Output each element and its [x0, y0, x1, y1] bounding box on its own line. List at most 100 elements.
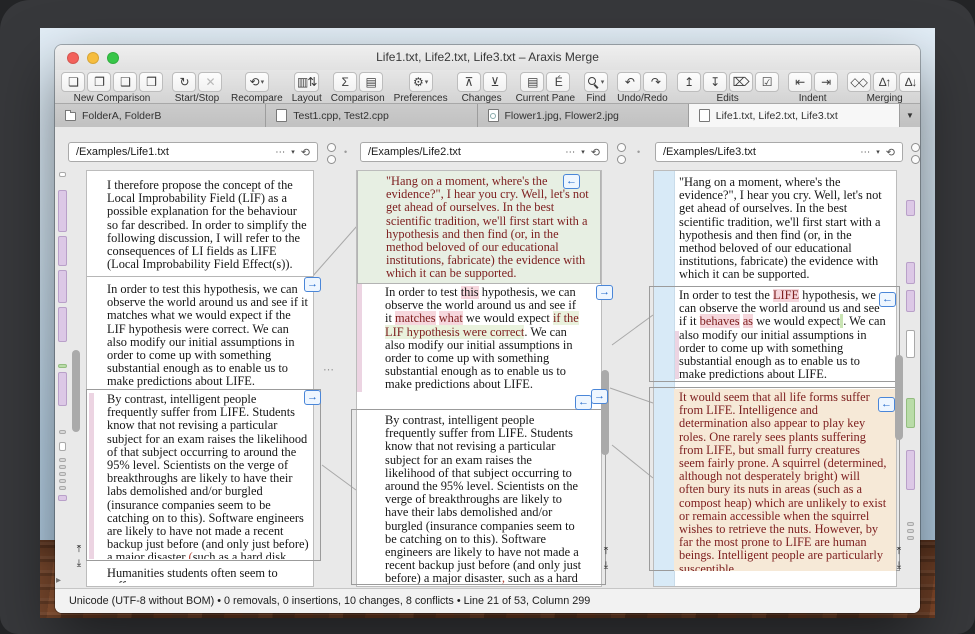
tab-life1-life2-life3[interactable]: Life1.txt, Life2.txt, Life3.txt: [689, 104, 900, 127]
comparison-report-button[interactable]: ▤: [359, 72, 383, 92]
preferences-button[interactable]: ⚙▾: [409, 72, 433, 92]
paragraph[interactable]: By contrast, intelligent people frequent…: [385, 414, 583, 584]
goto-last-change-button[interactable]: ⤓: [893, 560, 905, 572]
merge-right-button[interactable]: →: [304, 390, 321, 405]
new-binary-comparison-button[interactable]: ❐: [87, 72, 111, 92]
pane2-link-radio-top[interactable]: [617, 143, 626, 152]
merge-down-button[interactable]: ∆↓: [899, 72, 920, 92]
new-file-comparison-icon: ❏: [68, 75, 78, 89]
recompare-button[interactable]: ⟲▾: [245, 72, 269, 92]
paragraph[interactable]: By contrast, intelligent people frequent…: [107, 393, 309, 559]
pane2-link-radio-bottom[interactable]: [617, 155, 626, 164]
indent-button[interactable]: ⇥: [814, 72, 838, 92]
text-segment: we would expect: [753, 314, 840, 328]
overview-strip-right[interactable]: [904, 170, 917, 585]
pane1-link-radio-top[interactable]: [327, 143, 336, 152]
goto-last-change-button[interactable]: ⤓: [600, 560, 612, 572]
tab-label: Test1.cpp, Test2.cpp: [293, 110, 389, 122]
goto-last-change-button[interactable]: ⤓: [73, 558, 85, 570]
redo-button[interactable]: ↷: [643, 72, 667, 92]
more-icon[interactable]: ⋯: [565, 147, 575, 158]
toolbar-group: ⊼⊻Changes: [457, 72, 507, 104]
merge-right-button[interactable]: →: [591, 389, 608, 404]
previous-change-button[interactable]: ⊼: [457, 72, 481, 92]
merge-left-button[interactable]: ←: [563, 174, 580, 189]
paragraph[interactable]: In order to test this hypothesis, we can…: [385, 286, 583, 392]
remove-edits-button[interactable]: ⌦: [729, 72, 753, 92]
pane2-path-field[interactable]: /Examples/Life2.txt ⋯ ▾ ⟲: [360, 142, 608, 162]
pane1-path-field[interactable]: /Examples/Life1.txt ⋯ ▾ ⟲: [68, 142, 318, 162]
goto-first-change-button[interactable]: ⤒: [73, 544, 85, 556]
start-button[interactable]: ↻: [172, 72, 196, 92]
toolbar-group-label: Preferences: [394, 93, 448, 104]
paragraph[interactable]: Humanities students often seem to suffer: [107, 567, 309, 583]
merge-both-button[interactable]: ◇◇: [847, 72, 871, 92]
find-button[interactable]: ▾: [584, 72, 608, 92]
next-edit-button[interactable]: ↧: [703, 72, 727, 92]
previous-edit-button[interactable]: ↥: [677, 72, 701, 92]
pane3-link-radio-bottom[interactable]: [911, 155, 920, 164]
merge-right-button[interactable]: →: [596, 285, 613, 300]
accept-edits-button[interactable]: ☑: [755, 72, 779, 92]
chevron-down-icon[interactable]: ▾: [876, 148, 880, 156]
title-bar[interactable]: Life1.txt, Life2.txt, Life3.txt – Araxis…: [55, 45, 920, 70]
pane3-text-panel[interactable]: ← ← "Hang on a moment, where's the evide…: [653, 170, 897, 587]
tab-test1-test2[interactable]: Test1.cpp, Test2.cpp: [266, 104, 477, 127]
new-file-comparison-button[interactable]: ❏: [61, 72, 85, 92]
merge-right-button[interactable]: →: [304, 277, 321, 292]
more-icon[interactable]: ⋯: [275, 147, 285, 158]
pane1-text-panel[interactable]: → → I therefore propose the concept of t…: [86, 170, 314, 587]
save-pane-button[interactable]: ▤: [520, 72, 544, 92]
text-segment: what: [439, 311, 463, 325]
tab-foldera-folderb[interactable]: FolderA, FolderB: [55, 104, 266, 127]
overview-strip-left[interactable]: [56, 170, 69, 585]
merge-left-button[interactable]: ←: [575, 395, 592, 410]
gap-ellipsis: ⋯: [323, 363, 334, 376]
merge-up-button[interactable]: ∆↑: [873, 72, 897, 92]
comparison-summary-button[interactable]: Σ: [333, 72, 357, 92]
layout-button[interactable]: ▥⇅: [294, 72, 319, 92]
tab-list-dropdown[interactable]: ▼: [900, 104, 920, 127]
pane3-link-radio-top[interactable]: [911, 143, 920, 152]
next-change-button[interactable]: ⊻: [483, 72, 507, 92]
paragraph[interactable]: It would seem that all life forms suffer…: [674, 389, 896, 571]
new-image-comparison-button[interactable]: ❑: [113, 72, 137, 92]
more-icon[interactable]: ⋯: [860, 147, 870, 158]
change-marker: [58, 307, 67, 342]
goto-first-change-button[interactable]: ⤒: [600, 546, 612, 558]
paragraph[interactable]: In order to test the LIFE hypothesis, we…: [679, 289, 889, 380]
toolbar-group: ❏❐❑❒New Comparison: [61, 72, 163, 104]
undo-button[interactable]: ↶: [617, 72, 641, 92]
pane3-path-field[interactable]: /Examples/Life3.txt ⋯ ▾ ⟲: [655, 142, 903, 162]
history-icon[interactable]: ⟲: [591, 146, 600, 159]
merge-left-button[interactable]: ←: [879, 292, 896, 307]
character-encoding-button[interactable]: É: [546, 72, 570, 92]
pane2-vertical-scrollbar[interactable]: [601, 370, 609, 455]
tab-flower1-flower2[interactable]: Flower1.jpg, Flower2.jpg: [478, 104, 689, 127]
outdent-button[interactable]: ⇤: [788, 72, 812, 92]
chevron-down-icon[interactable]: ▾: [581, 148, 585, 156]
play-icon[interactable]: ▸: [56, 575, 61, 586]
pane1-link-radio-bottom[interactable]: [327, 155, 336, 164]
change-stripe: [357, 284, 362, 392]
chevron-down-icon[interactable]: ▾: [291, 148, 295, 156]
paragraph[interactable]: I therefore propose the concept of the L…: [107, 179, 309, 275]
merge-down-icon: ∆↓: [905, 75, 916, 89]
goto-first-change-button[interactable]: ⤒: [893, 546, 905, 558]
pane2-text-panel[interactable]: ← → ← → "Hang on a moment, where's the e…: [356, 170, 602, 587]
history-icon[interactable]: ⟲: [301, 146, 310, 159]
text-segment: "Hang on a moment, where's the evidence?…: [386, 174, 589, 280]
new-folder-comparison-button[interactable]: ❒: [139, 72, 163, 92]
accept-edits-icon: ☑: [762, 75, 772, 89]
next-edit-icon: ↧: [710, 75, 719, 89]
history-icon[interactable]: ⟲: [886, 146, 895, 159]
paragraph[interactable]: In order to test this hypothesis, we can…: [107, 283, 309, 389]
merge-left-button[interactable]: ←: [878, 397, 895, 412]
tab-label: Life1.txt, Life2.txt, Life3.txt: [716, 110, 838, 122]
pane3-vertical-scrollbar[interactable]: [895, 355, 903, 440]
pane1-vertical-scrollbar[interactable]: [72, 350, 80, 432]
paragraph[interactable]: "Hang on a moment, where's the evidence?…: [679, 176, 889, 282]
stop-button[interactable]: ✕: [198, 72, 222, 92]
toolbar-group-label: Changes: [462, 93, 502, 104]
comparison-report-icon: ▤: [366, 75, 376, 89]
